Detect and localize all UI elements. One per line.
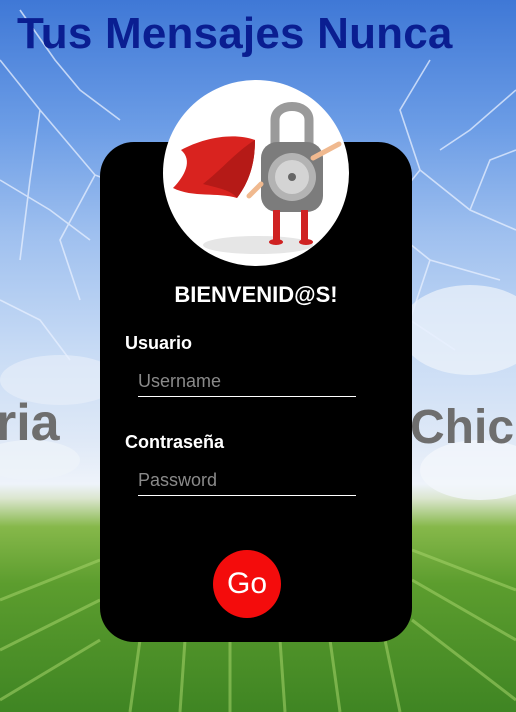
go-button[interactable]: Go xyxy=(213,550,281,618)
welcome-heading: BIENVENID@S! xyxy=(174,282,338,307)
username-label: Usuario xyxy=(125,333,193,353)
avatar xyxy=(163,80,349,266)
superhero-padlock-icon xyxy=(173,102,342,254)
password-input[interactable] xyxy=(138,465,356,496)
background-side-word-right: Chic xyxy=(410,401,515,454)
username-input[interactable] xyxy=(138,366,356,397)
background-side-word-left: ria xyxy=(0,394,60,452)
background-headline: Tus Mensajes Nunca xyxy=(17,9,453,58)
password-label: Contraseña xyxy=(125,432,225,452)
